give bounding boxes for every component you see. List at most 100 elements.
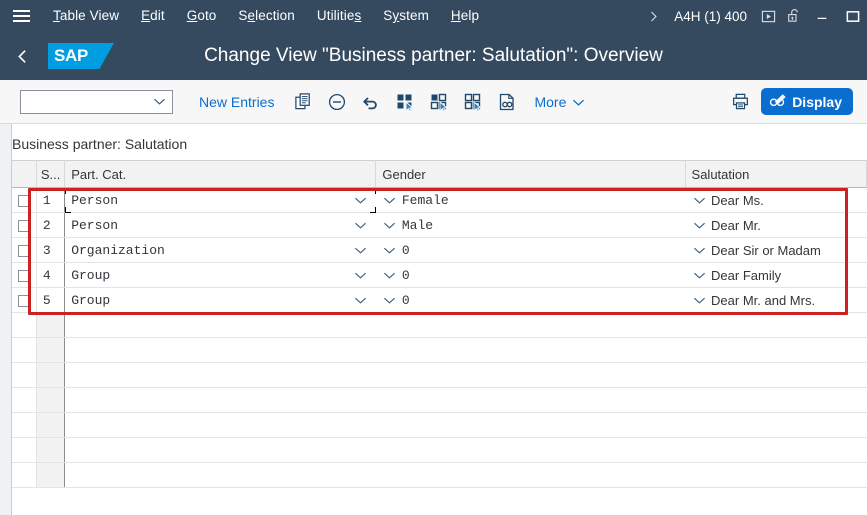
column-header-salutation[interactable]: Salutation [685,160,867,188]
select-block-icon[interactable] [422,85,456,119]
table-header-row: S... Part. Cat. Gender Salutation [12,160,867,188]
table-row[interactable]: 3 Organization 0 Dear Sir or Madam [12,237,867,263]
hamburger-menu-icon[interactable] [0,0,42,32]
row-seq: 1 [36,187,66,213]
back-button[interactable] [0,32,44,80]
cell-gender-value: 0 [401,267,410,283]
chevron-down-icon[interactable] [691,196,707,205]
menu-bar: Table View Edit Goto Selection Utilities… [0,0,867,32]
chevron-down-icon[interactable] [352,246,370,255]
row-checkbox-cell[interactable] [12,212,37,238]
chevron-down-icon[interactable] [352,296,370,305]
column-header-checkbox [12,160,37,188]
table-empty-row [12,337,867,363]
cell-part-cat[interactable]: Person [64,187,376,213]
new-entries-button[interactable]: New Entries [187,87,286,117]
table-row[interactable]: 1 Person Female Dear Ms. [12,187,867,213]
row-seq: 2 [36,212,66,238]
menu-item-edit[interactable]: Edit [130,0,176,32]
chevron-down-icon[interactable] [382,221,398,230]
cell-gender[interactable]: 0 [375,237,686,263]
cell-salutation[interactable]: Dear Family [685,262,867,288]
cell-part-cat-value: Person [71,217,118,233]
chevron-down-icon [153,97,172,106]
cell-salutation[interactable]: Dear Mr. [685,212,867,238]
table-empty-row [12,437,867,463]
row-checkbox-cell[interactable] [12,287,37,313]
column-header-part-cat[interactable]: Part. Cat. [64,160,377,188]
menu-item-selection[interactable]: Selection [227,0,305,32]
cell-part-cat-value: Group [71,292,111,308]
cell-salutation[interactable]: Dear Ms. [685,187,867,213]
row-seq: 5 [36,287,66,313]
chevron-right-icon[interactable] [640,0,666,32]
menu-item-utilities[interactable]: Utilities [306,0,372,32]
cell-part-cat[interactable]: Group [64,262,376,288]
row-checkbox-cell[interactable] [12,237,37,263]
column-header-seq[interactable]: S... [36,160,66,188]
display-button-label: Display [792,93,842,110]
delete-icon[interactable] [320,85,354,119]
row-checkbox[interactable] [18,245,30,258]
chevron-down-icon[interactable] [691,296,707,305]
chevron-down-icon [572,87,585,117]
chevron-down-icon[interactable] [691,271,707,280]
deselect-all-icon[interactable] [456,85,490,119]
cell-gender-value: Female [401,192,449,208]
display-document-icon[interactable] [490,85,524,119]
table-row[interactable]: 4 Group 0 Dear Family [12,262,867,288]
menu-item-table-view[interactable]: Table View [42,0,130,32]
chevron-down-icon[interactable] [691,221,707,230]
minimize-window-button[interactable] [807,0,837,32]
sap-logo-text: SAP [54,46,89,65]
cell-part-cat-value: Group [71,267,111,283]
row-checkbox[interactable] [18,295,30,308]
cell-gender[interactable]: Female [375,187,686,213]
column-header-gender[interactable]: Gender [375,160,686,188]
cell-salutation[interactable]: Dear Mr. and Mrs. [685,287,867,313]
chevron-down-icon[interactable] [382,296,398,305]
cell-gender-value: 0 [401,242,410,258]
row-checkbox-cell[interactable] [12,262,37,288]
unlocked-padlock-icon[interactable] [781,0,807,32]
chevron-down-icon[interactable] [352,196,370,205]
maximize-window-button[interactable] [837,0,867,32]
sap-gui-window: Table View Edit Goto Selection Utilities… [0,0,867,515]
cell-part-cat[interactable]: Person [64,212,376,238]
menu-item-help[interactable]: Help [440,0,490,32]
cell-part-cat[interactable]: Group [64,287,376,313]
chevron-down-icon[interactable] [382,246,398,255]
row-checkbox-cell[interactable] [12,187,37,213]
table-row[interactable]: 2 Person Male Dear Mr. [12,212,867,238]
chevron-down-icon[interactable] [352,271,370,280]
cell-salutation[interactable]: Dear Sir or Madam [685,237,867,263]
cell-gender[interactable]: 0 [375,287,686,313]
variant-select[interactable] [20,89,173,114]
undo-icon[interactable] [354,85,388,119]
menu-item-goto[interactable]: Goto [176,0,228,32]
chevron-down-icon[interactable] [691,246,707,255]
row-checkbox[interactable] [18,220,30,233]
copy-icon[interactable] [286,85,320,119]
cell-gender[interactable]: Male [375,212,686,238]
cell-part-cat[interactable]: Organization [64,237,376,263]
table-empty-row [12,412,867,438]
cell-gender[interactable]: 0 [375,262,686,288]
print-icon[interactable] [723,85,757,119]
table-row[interactable]: 5 Group 0 Dear Mr. and Mrs. [12,287,867,313]
chevron-down-icon[interactable] [382,196,398,205]
row-checkbox[interactable] [18,270,30,283]
shell-bar: SAP Change View "Business partner: Salut… [0,32,867,80]
table-empty-row [12,462,867,488]
table-empty-row [12,312,867,338]
menu-item-system[interactable]: System [372,0,440,32]
cell-salutation-value: Dear Ms. [711,192,764,208]
chevron-down-icon[interactable] [382,271,398,280]
chevron-down-icon[interactable] [352,221,370,230]
more-menu-button[interactable]: More [524,87,595,117]
display-button[interactable]: Display [761,88,853,115]
salutation-table: S... Part. Cat. Gender Salutation 1 Pers… [12,160,867,488]
select-all-icon[interactable] [388,85,422,119]
play-button-icon[interactable] [755,0,781,32]
row-checkbox[interactable] [18,195,30,208]
